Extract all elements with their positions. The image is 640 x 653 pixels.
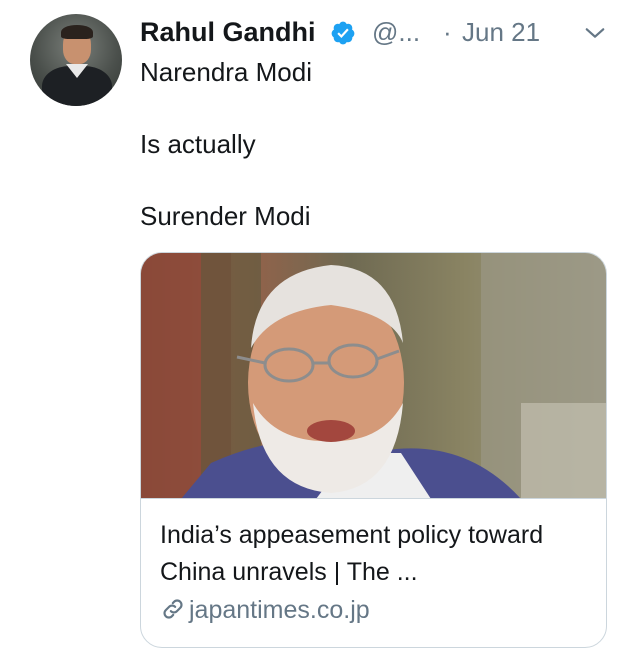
- avatar[interactable]: [30, 14, 122, 106]
- header-separator: ·: [443, 17, 452, 47]
- link-preview-image[interactable]: [141, 253, 606, 499]
- link-preview-title[interactable]: India’s appeasement policy toward China …: [160, 517, 590, 591]
- tweet-header: Rahul Gandhi @... · Jun 21: [140, 16, 620, 48]
- link-preview-domain[interactable]: japantimes.co.jp: [160, 594, 370, 626]
- link-icon: [163, 599, 183, 619]
- author-handle[interactable]: @...: [372, 16, 420, 48]
- link-preview-domain-text: japantimes.co.jp: [189, 596, 370, 624]
- chevron-down-icon[interactable]: [584, 22, 606, 44]
- link-preview-card[interactable]: India’s appeasement policy toward China …: [140, 252, 607, 648]
- tweet-date[interactable]: Jun 21: [462, 16, 540, 48]
- avatar-hair-shape: [61, 25, 93, 39]
- tweet-text-line: Surender Modi: [140, 201, 311, 231]
- tweet-text-line: Narendra Modi: [140, 57, 312, 87]
- tweet-text-line: Is actually: [140, 129, 256, 159]
- author-name[interactable]: Rahul Gandhi: [140, 16, 316, 48]
- verified-badge-icon: [331, 21, 355, 45]
- tweet[interactable]: Rahul Gandhi @... · Jun 21 Narendra Modi…: [0, 0, 640, 653]
- portrait-illustration: [141, 253, 606, 498]
